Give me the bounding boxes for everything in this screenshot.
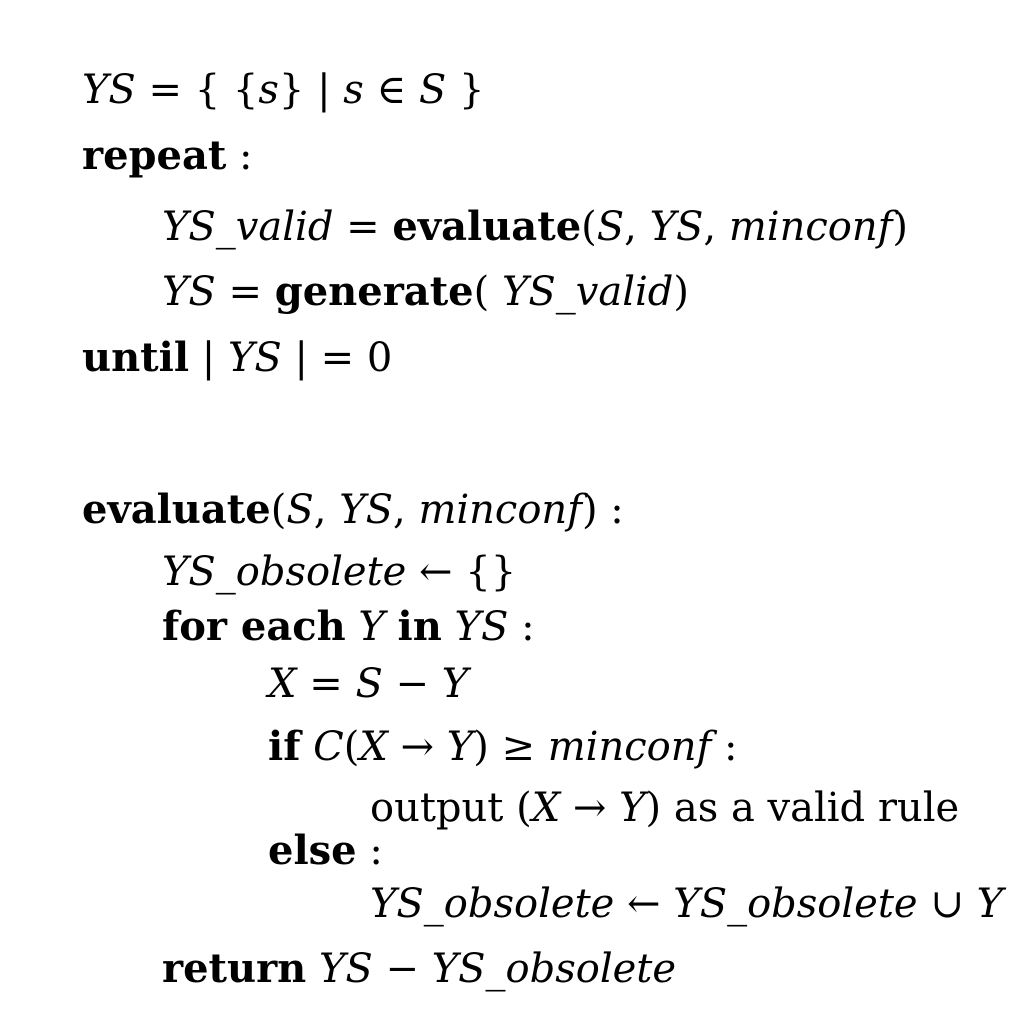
keyword-in: in (397, 603, 442, 650)
equals: = (333, 204, 393, 250)
set-close: } (446, 67, 485, 113)
paren-open: ( (473, 269, 502, 315)
var-s: s (343, 67, 364, 113)
set-separator: } | (278, 67, 344, 113)
var-Y: Y (358, 604, 385, 650)
line-output: output (X → Y) as a valid rule (370, 784, 959, 832)
param-YS: YS (339, 487, 393, 533)
var-minconf: minconf (547, 724, 712, 770)
element-of-symbol: ∈ (363, 67, 419, 113)
var-ys: YS (227, 335, 282, 381)
comma: , (393, 487, 419, 533)
colon: : (356, 828, 383, 874)
paren-close: ) (673, 269, 690, 315)
line-evaluate-call: YS_valid = evaluate(S, YS, minconf) (162, 203, 908, 251)
minus: − (382, 661, 442, 707)
var-Y: Y (619, 785, 646, 831)
var-YS: YS (318, 946, 373, 992)
geq-symbol: ) ≥ (473, 724, 548, 770)
line-obsolete-init: YS_obsolete ← {} (162, 548, 516, 596)
minus: − (372, 946, 432, 992)
line-until: until | YS | = 0 (82, 334, 392, 382)
var-Y: Y (441, 661, 469, 707)
colon: : (711, 724, 738, 770)
equals: = (215, 269, 275, 315)
arrow: → (387, 724, 447, 770)
keyword-repeat: repeat (82, 132, 227, 179)
var-ys: YS (82, 67, 136, 113)
line-generate-call: YS = generate( YS_valid) (162, 268, 689, 316)
arg-S: S (596, 204, 625, 250)
line-else: else : (268, 827, 383, 875)
func-C: C (313, 724, 344, 770)
algorithm-block: YS = { {s} | s ∈ S } repeat : YS_valid =… (0, 0, 1022, 1010)
var-ys-obsolete: YS_obsolete (162, 549, 407, 595)
arg-ys-valid: YS_valid (501, 269, 674, 315)
var-ys-obsolete: YS_obsolete (431, 946, 677, 992)
comma: , (624, 204, 650, 250)
abs-bar: | (189, 335, 228, 381)
keyword-else: else (268, 827, 357, 874)
arrow: → (560, 785, 620, 831)
comma: , (703, 204, 729, 250)
var-X: X (359, 724, 388, 770)
union-symbol: ∪ (917, 881, 977, 927)
function-evaluate: evaluate (392, 203, 582, 250)
line-repeat: repeat : (82, 132, 253, 180)
line-return: return YS − YS_obsolete (162, 945, 676, 993)
keyword-if: if (268, 723, 301, 770)
assign-empty-set: ← {} (406, 549, 517, 595)
var-Y: Y (446, 724, 474, 770)
line-x-assign: X = S − Y (268, 660, 468, 708)
paren-close-colon: ) : (581, 487, 624, 533)
keyword-until: until (82, 334, 190, 381)
var-S: S (418, 67, 447, 113)
assign-arrow: ← (614, 881, 674, 927)
comma: , (313, 487, 340, 533)
set-open: = { { (135, 67, 259, 113)
var-YS: YS (454, 604, 509, 650)
var-Y: Y (976, 881, 1003, 927)
line-obsolete-union: YS_obsolete ← YS_obsolete ∪ Y (370, 880, 1003, 928)
arg-YS: YS (649, 204, 704, 250)
paren-open: ( (270, 487, 287, 533)
var-ys: YS (162, 269, 216, 315)
output-text: output ( (370, 785, 532, 831)
line-evaluate-header: evaluate(S, YS, minconf) : (82, 486, 624, 534)
keyword-for-each: for each (162, 603, 346, 650)
var-X: X (531, 785, 561, 831)
line-ys-init: YS = { {s} | s ∈ S } (82, 66, 484, 114)
colon: : (226, 133, 253, 179)
var-s: s (258, 67, 279, 113)
var-X: X (268, 661, 297, 707)
var-S: S (355, 661, 383, 707)
function-generate: generate (274, 268, 474, 315)
arg-minconf: minconf (728, 204, 893, 250)
param-minconf: minconf (418, 487, 582, 533)
keyword-return: return (162, 945, 307, 992)
line-for-each: for each Y in YS : (162, 603, 535, 651)
function-evaluate: evaluate (82, 486, 271, 533)
paren-open: ( (581, 204, 597, 250)
var-ys-obsolete: YS_obsolete (673, 881, 918, 927)
paren-open: ( (343, 724, 360, 770)
var-ys-obsolete: YS_obsolete (370, 881, 615, 927)
param-S: S (286, 487, 314, 533)
paren-close: ) (892, 204, 908, 250)
colon: : (508, 604, 535, 650)
var-ys-valid: YS_valid (162, 204, 334, 250)
output-suffix: ) as a valid rule (645, 785, 960, 831)
line-if-condition: if C(X → Y) ≥ minconf : (268, 723, 738, 771)
until-condition: | = 0 (281, 335, 393, 381)
equals: = (296, 661, 356, 707)
